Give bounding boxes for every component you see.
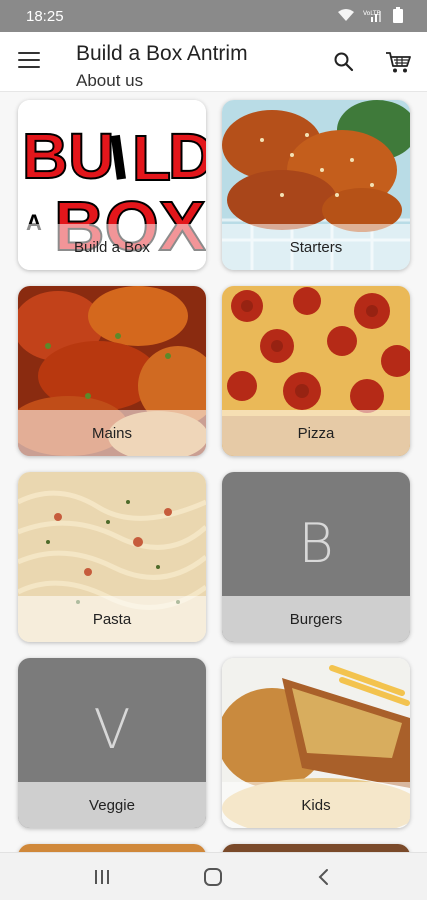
svg-text:VoLTE: VoLTE xyxy=(363,10,380,17)
battery-icon xyxy=(393,7,403,23)
category-label: Veggie xyxy=(18,782,206,828)
partial-photo xyxy=(18,844,206,852)
svg-text:D: D xyxy=(168,120,206,192)
category-label: Pizza xyxy=(222,410,410,456)
category-label: Pasta xyxy=(18,596,206,642)
app-bar: Build a Box Antrim About us xyxy=(0,32,427,92)
menu-icon[interactable] xyxy=(18,52,40,70)
category-label: Mains xyxy=(18,410,206,456)
category-card-pizza[interactable]: Pizza xyxy=(222,286,410,456)
home-icon[interactable] xyxy=(202,867,226,887)
category-card-partial[interactable] xyxy=(18,844,206,852)
status-icons: VoLTE xyxy=(337,7,403,23)
status-time: 18:25 xyxy=(26,8,64,25)
app-title: Build a Box Antrim xyxy=(76,42,248,65)
category-card-pasta[interactable]: Pasta xyxy=(18,472,206,642)
svg-text:L: L xyxy=(132,122,171,194)
category-label: Build a Box xyxy=(18,224,206,270)
category-card-kids[interactable]: Kids xyxy=(222,658,410,828)
placeholder-letter: B xyxy=(298,512,334,575)
category-card-mains[interactable]: Mains xyxy=(18,286,206,456)
system-nav-bar xyxy=(0,852,427,900)
status-bar: 18:25 VoLTE xyxy=(0,0,427,32)
about-us-link[interactable]: About us xyxy=(76,71,143,91)
category-grid: BU I L D A BOX Build a Box xyxy=(0,92,427,852)
svg-text:BU: BU xyxy=(22,120,114,192)
category-card-partial[interactable] xyxy=(222,844,410,852)
category-label: Starters xyxy=(222,224,410,270)
placeholder-letter: V xyxy=(93,698,131,761)
category-card-starters[interactable]: Starters xyxy=(222,100,410,270)
search-icon[interactable] xyxy=(332,50,356,74)
recent-apps-icon[interactable] xyxy=(92,867,116,887)
cart-icon[interactable] xyxy=(384,49,412,75)
category-card-burgers[interactable]: B Burgers xyxy=(222,472,410,642)
partial-photo xyxy=(222,844,410,852)
category-card-build-a-box[interactable]: BU I L D A BOX Build a Box xyxy=(18,100,206,270)
back-icon[interactable] xyxy=(314,867,338,887)
category-label: Burgers xyxy=(222,596,410,642)
category-card-veggie[interactable]: V Veggie xyxy=(18,658,206,828)
wifi-icon xyxy=(337,8,355,22)
category-label: Kids xyxy=(222,782,410,828)
lte-signal-icon: VoLTE xyxy=(363,8,385,22)
